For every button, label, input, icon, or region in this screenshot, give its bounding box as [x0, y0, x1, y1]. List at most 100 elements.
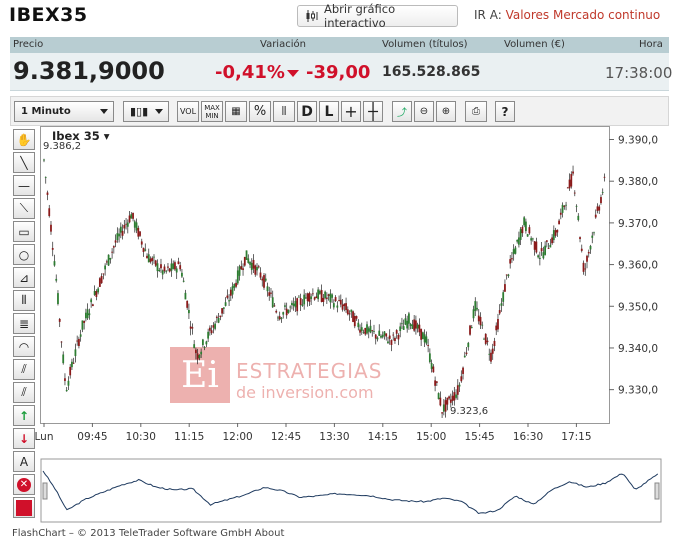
candle-body [165, 270, 168, 272]
candle-body [254, 265, 257, 275]
candle-body [345, 303, 347, 311]
candle-body [179, 265, 182, 270]
candle-body [186, 300, 189, 308]
candle-body [439, 397, 442, 406]
candle-body [182, 280, 185, 282]
candles [43, 158, 606, 419]
candle-body [518, 237, 520, 245]
candle-body [474, 301, 477, 311]
candle-body [324, 291, 327, 299]
x-tick-label: 17:15 [561, 431, 591, 443]
candle-body [125, 223, 127, 225]
candle-body [442, 404, 445, 412]
candle-body [380, 335, 382, 338]
candle-body [48, 208, 51, 217]
candle-body [224, 302, 227, 306]
candle-body [114, 240, 117, 243]
candle-body [514, 247, 517, 254]
candle-body [147, 254, 150, 263]
candle-body [242, 268, 244, 270]
candle-body [207, 331, 210, 339]
candle-body [116, 233, 119, 241]
x-tick-label: Lun [35, 431, 54, 443]
candle-body [44, 176, 47, 178]
candle-body [69, 366, 72, 376]
candle-body [160, 264, 162, 269]
candle-body [490, 352, 492, 362]
candle-body [98, 278, 101, 287]
high-label: 9.386,2 [43, 141, 81, 152]
candle-body [51, 248, 54, 250]
x-tick-label: 13:30 [319, 431, 349, 443]
candle-body [249, 261, 251, 265]
candle-body [577, 215, 580, 221]
candle-body [331, 294, 333, 298]
x-tick-label: 11:15 [174, 431, 204, 443]
candle-body [453, 392, 456, 401]
candle-body [420, 328, 423, 340]
candle-body [559, 212, 562, 215]
candle-body [301, 304, 304, 306]
x-tick-label: 14:15 [368, 431, 398, 443]
candle-body [195, 349, 197, 354]
candle-body [504, 284, 506, 292]
candle-body [554, 230, 557, 236]
candle-body [112, 246, 115, 248]
candle-body [158, 269, 161, 272]
candle-body [310, 296, 313, 299]
candle-body [135, 222, 138, 231]
candle-body [526, 234, 529, 237]
candle-body [547, 248, 550, 249]
candle-body [245, 250, 248, 260]
candle-body [497, 319, 499, 330]
candle-body [231, 286, 234, 295]
candle-body [55, 278, 58, 281]
candle-body [167, 266, 169, 268]
candle-body [142, 247, 145, 252]
candle-body [233, 283, 236, 288]
candle-body [544, 245, 547, 255]
candle-body [338, 300, 340, 301]
candle-body [175, 268, 178, 273]
candle-body [357, 322, 360, 328]
candle-body [540, 248, 543, 252]
candle-body [484, 333, 487, 344]
y-tick-label: 9.360,0 [618, 260, 658, 272]
candle-body [572, 171, 574, 174]
candle-body [217, 318, 220, 323]
candle-body [277, 317, 279, 319]
candle-body [95, 291, 98, 297]
candle-body [463, 355, 466, 358]
candle-body [479, 316, 482, 326]
candle-body [271, 297, 274, 308]
candle-body [427, 344, 430, 346]
candle-body [511, 258, 513, 260]
candle-body [296, 298, 299, 312]
candle-body [523, 217, 526, 226]
candle-body [411, 324, 414, 329]
candle-body [154, 260, 157, 266]
candle-body [263, 275, 265, 288]
candle-body [123, 224, 126, 229]
candle-body [348, 313, 351, 315]
candle-body [549, 244, 552, 248]
candle-body [430, 363, 433, 369]
candle-body [133, 221, 136, 228]
candle-body [444, 400, 447, 412]
x-tick-label: 12:45 [271, 431, 301, 443]
candle-body [462, 367, 464, 374]
candle-body [587, 252, 590, 254]
candle-body [308, 293, 311, 302]
candle-body [200, 351, 203, 355]
candle-body [315, 296, 318, 299]
candle-body [366, 324, 368, 334]
candle-body [177, 261, 180, 265]
candle-body [575, 205, 578, 207]
candle-body [495, 325, 498, 331]
candle-body [535, 241, 538, 253]
candle-body [477, 315, 480, 322]
candle-body [189, 326, 192, 329]
candle-body [79, 334, 82, 337]
candle-body [428, 353, 431, 363]
candle-body [196, 353, 199, 360]
